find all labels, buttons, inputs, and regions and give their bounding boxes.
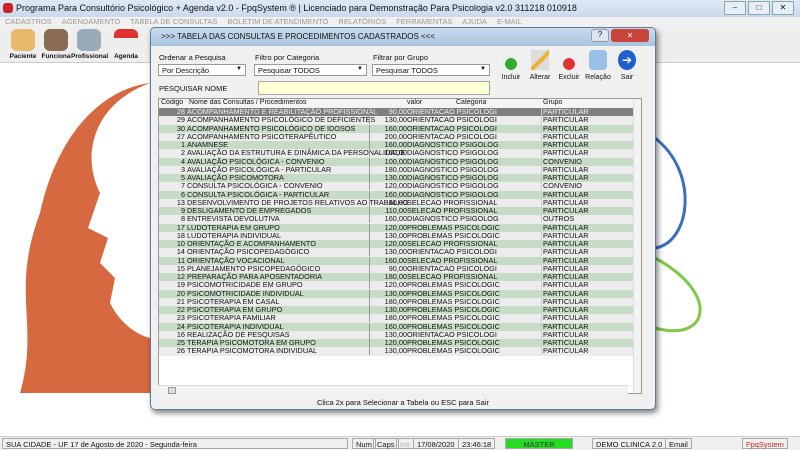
calendar-icon xyxy=(114,29,138,51)
group-select[interactable]: Pesquisar TODOS ▼ xyxy=(372,64,490,76)
status-time: 23:46:18 xyxy=(458,438,496,449)
action-label: Incluir xyxy=(501,74,521,81)
dialog-title: >>> TABELA DAS CONSULTAS E PROCEDIMENTOS… xyxy=(151,28,655,46)
chevron-down-icon: ▼ xyxy=(480,66,486,72)
chevron-down-icon: ▼ xyxy=(236,66,242,72)
relacao-button[interactable]: Relação xyxy=(584,50,612,81)
horizontal-scrollbar[interactable] xyxy=(158,385,628,394)
col-grupo[interactable]: Grupo xyxy=(543,99,562,106)
chevron-down-icon: ▼ xyxy=(357,66,363,72)
menu-agendamento[interactable]: AGENDAMENTO xyxy=(62,17,121,27)
cell-codigo: 26 xyxy=(176,346,185,356)
hint-text: Clica 2x para Selecionar a Tabela ou ESC… xyxy=(316,398,490,407)
col-codigo[interactable]: Código xyxy=(161,99,183,106)
excluir-button[interactable]: Excluir xyxy=(555,50,583,81)
cell-categoria: PROBLEMAS PSICOLOGIC xyxy=(407,346,500,356)
dialog-close-button[interactable]: ✕ xyxy=(611,29,649,42)
menu-tabela-consultas[interactable]: TABELA DE CONSULTAS xyxy=(130,17,217,27)
add-icon xyxy=(502,50,520,70)
maximize-button[interactable]: □ xyxy=(748,1,770,15)
category-value: Pesquisar TODOS xyxy=(258,66,320,75)
edit-icon xyxy=(531,50,549,70)
category-select[interactable]: Pesquisar TODOS ▼ xyxy=(254,64,367,76)
cell-grupo: PARTICULAR xyxy=(541,346,589,356)
toolbar-label: Funciona xyxy=(41,53,71,60)
status-clinic: DEMO CLINICA 2.0 xyxy=(592,438,667,449)
menu-cadastros[interactable]: CADASTROS xyxy=(5,17,52,27)
action-label: Alterar xyxy=(529,74,551,81)
sair-button[interactable]: ➔ Sair xyxy=(613,50,641,81)
menu-email[interactable]: E-MAIL xyxy=(497,17,522,27)
employee-icon xyxy=(44,29,68,51)
window-titlebar: Programa Para Consultório Psicológico + … xyxy=(0,0,800,17)
window-title: Programa Para Consultório Psicológico + … xyxy=(16,3,577,13)
cell-valor: 130,00 xyxy=(369,347,407,356)
action-label: Relação xyxy=(585,74,611,81)
table-row[interactable]: 26 TERAPIA PSICOMOTORA INDIVIDUAL 130,00 PR… xyxy=(159,346,641,356)
scroll-thumb[interactable] xyxy=(168,387,176,394)
col-valor[interactable]: valor xyxy=(407,99,422,106)
vertical-scrollbar[interactable] xyxy=(633,99,641,393)
status-user: MASTER xyxy=(505,438,573,449)
toolbar-agenda-button[interactable]: Agenda xyxy=(108,29,144,60)
alterar-button[interactable]: Alterar xyxy=(526,50,554,81)
col-categoria[interactable]: Categoria xyxy=(456,99,486,106)
category-label: Filtro por Categoria xyxy=(255,53,320,62)
menu-boletim[interactable]: BOLETIM DE ATENDIMENTO xyxy=(227,17,328,27)
status-location: SUA CIDADE - UF 17 de Agosto de 2020 - S… xyxy=(2,438,348,449)
app-icon xyxy=(3,3,13,13)
incluir-button[interactable]: Incluir xyxy=(497,50,525,81)
search-input[interactable] xyxy=(258,81,490,95)
status-email[interactable]: Email xyxy=(665,438,692,449)
patient-icon xyxy=(11,29,35,51)
toolbar-profissional-button[interactable]: Profissional xyxy=(71,29,109,60)
table-body: 28 ACOMPANHAMENTO E REABILITAÇÃO PROFISSI… xyxy=(159,108,641,356)
status-ins: Ins xyxy=(396,438,415,449)
cell-nome: TERAPIA PSICOMOTORA INDIVIDUAL xyxy=(187,346,318,356)
delete-icon xyxy=(560,50,578,70)
toolbar-paciente-button[interactable]: Paciente xyxy=(5,29,41,60)
action-label: Sair xyxy=(620,74,634,81)
col-nome[interactable]: Nome das Consultas / Procedimentos xyxy=(189,99,307,106)
help-button[interactable]: ? xyxy=(591,29,609,42)
menu-relatorios[interactable]: RELATÓRIOS xyxy=(338,17,386,27)
status-date: 17/08/2020 xyxy=(413,438,459,449)
order-label: Ordenar a Pesquisa xyxy=(159,53,226,62)
order-value: Por Descrição xyxy=(162,66,210,75)
minimize-button[interactable]: – xyxy=(724,1,746,15)
group-label: Filtrar por Grupo xyxy=(373,53,429,62)
status-caps: Caps xyxy=(373,438,399,449)
toolbar-label: Paciente xyxy=(9,53,37,60)
print-icon xyxy=(589,50,607,70)
close-window-button[interactable]: ✕ xyxy=(772,1,794,15)
order-select[interactable]: Por Descrição ▼ xyxy=(158,64,246,76)
toolbar-label: Agenda xyxy=(114,53,138,60)
doctor-icon xyxy=(77,29,101,51)
group-value: Pesquisar TODOS xyxy=(376,66,438,75)
status-bar: SUA CIDADE - UF 17 de Agosto de 2020 - S… xyxy=(0,436,800,450)
toolbar-label: Profissional xyxy=(71,53,109,60)
menu-bar: CADASTROS AGENDAMENTO TABELA DE CONSULTA… xyxy=(0,17,800,27)
status-brand: FpqSystem xyxy=(742,438,788,449)
search-label: PESQUISAR NOME xyxy=(159,84,228,93)
consultas-dialog: >>> TABELA DAS CONSULTAS E PROCEDIMENTOS… xyxy=(150,27,656,410)
procedures-table[interactable]: Código Nome das Consultas / Procedimento… xyxy=(158,98,642,394)
menu-ajuda[interactable]: AJUDA xyxy=(462,17,487,27)
action-label: Excluir xyxy=(558,74,580,81)
toolbar-funciona-button[interactable]: Funciona xyxy=(38,29,74,60)
arrow-right-icon: ➔ xyxy=(618,50,636,70)
menu-ferramentas[interactable]: FERRAMENTAS xyxy=(396,17,452,27)
